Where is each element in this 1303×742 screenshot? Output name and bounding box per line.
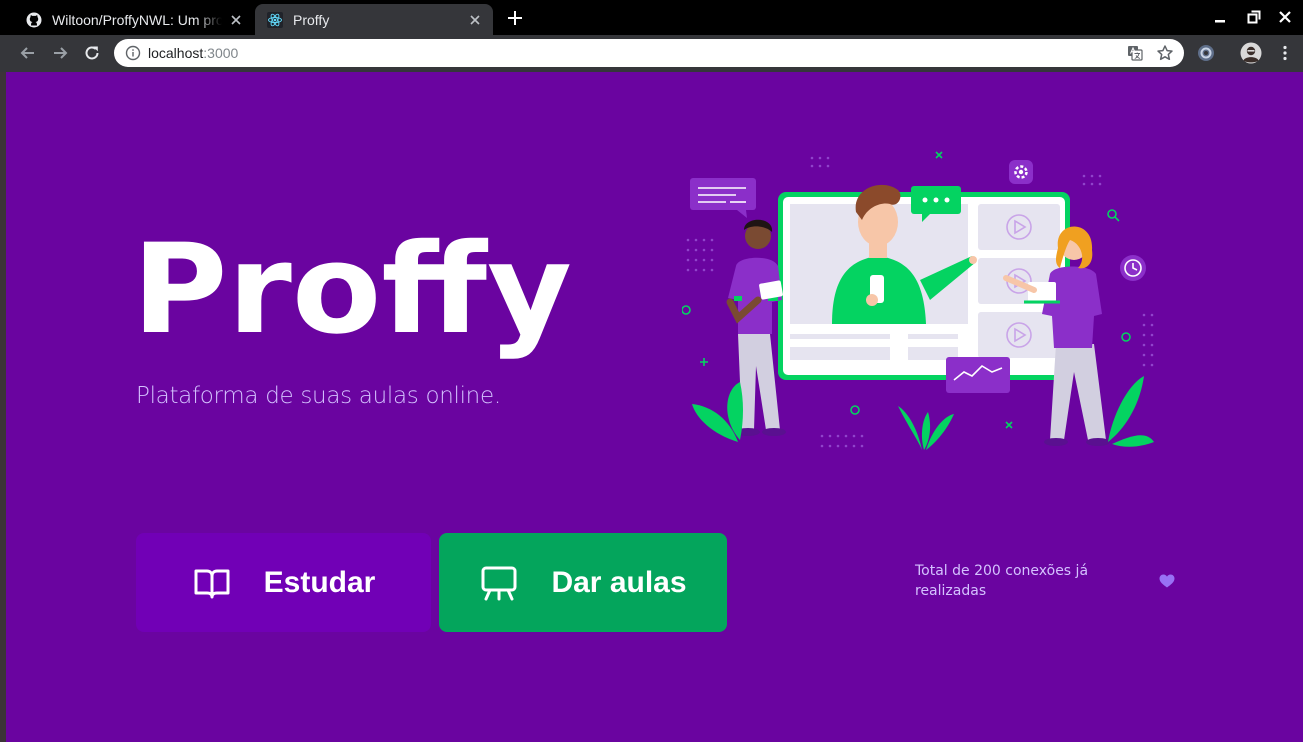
proffy-logo: Proffy	[136, 234, 572, 362]
translate-icon[interactable]	[1127, 45, 1143, 61]
browser-menu-icon[interactable]	[1276, 44, 1294, 62]
study-button-label: Estudar	[263, 565, 376, 599]
tab-strip: Wiltoon/ProffyNWL: Um projeto Proffy	[0, 0, 1303, 35]
tab-title: Wiltoon/ProffyNWL: Um projeto	[52, 11, 222, 28]
presentation-board-icon	[481, 566, 517, 600]
new-tab-plus-icon[interactable]	[505, 8, 525, 28]
extension-icon[interactable]	[1197, 44, 1215, 62]
restore-window-icon[interactable]	[1247, 10, 1261, 24]
logo-text: Proffy	[136, 234, 572, 362]
close-tab-icon[interactable]	[228, 12, 244, 28]
landing-page: Proffy Plataforma de suas aulas online.	[6, 72, 1303, 742]
total-connections-text: Total de 200 conexões já realizadas	[915, 563, 1089, 599]
url-text: localhost:3000	[148, 45, 238, 61]
study-button[interactable]: Estudar	[136, 533, 431, 632]
back-arrow-icon[interactable]	[18, 43, 38, 63]
url-port: :3000	[203, 45, 239, 61]
github-icon	[26, 12, 42, 27]
profile-avatar-icon[interactable]	[1240, 42, 1262, 64]
url-host: localhost	[148, 45, 204, 61]
address-bar[interactable]: localhost:3000	[114, 39, 1184, 67]
tagline: Plataforma de suas aulas online.	[136, 383, 501, 409]
bookmark-star-icon[interactable]	[1156, 44, 1174, 62]
forward-arrow-icon[interactable]	[50, 43, 70, 63]
site-info-icon[interactable]	[125, 45, 141, 61]
close-window-icon[interactable]	[1278, 10, 1292, 24]
react-icon	[267, 11, 283, 28]
teach-button[interactable]: Dar aulas	[439, 533, 727, 632]
reload-icon[interactable]	[82, 43, 102, 63]
close-tab-icon[interactable]	[467, 12, 483, 28]
tab-title: Proffy	[293, 11, 330, 28]
browser-toolbar: localhost:3000	[0, 35, 1303, 72]
tab-github[interactable]: Wiltoon/ProffyNWL: Um projeto	[14, 4, 254, 35]
dot-grid-left	[686, 238, 714, 272]
purple-heart-icon	[1159, 574, 1175, 588]
teach-button-label: Dar aulas	[551, 565, 687, 599]
hero-illustration	[682, 151, 1154, 450]
book-open-icon	[194, 569, 230, 598]
minimize-window-icon[interactable]	[1213, 10, 1227, 24]
tab-proffy[interactable]: Proffy	[255, 4, 493, 35]
